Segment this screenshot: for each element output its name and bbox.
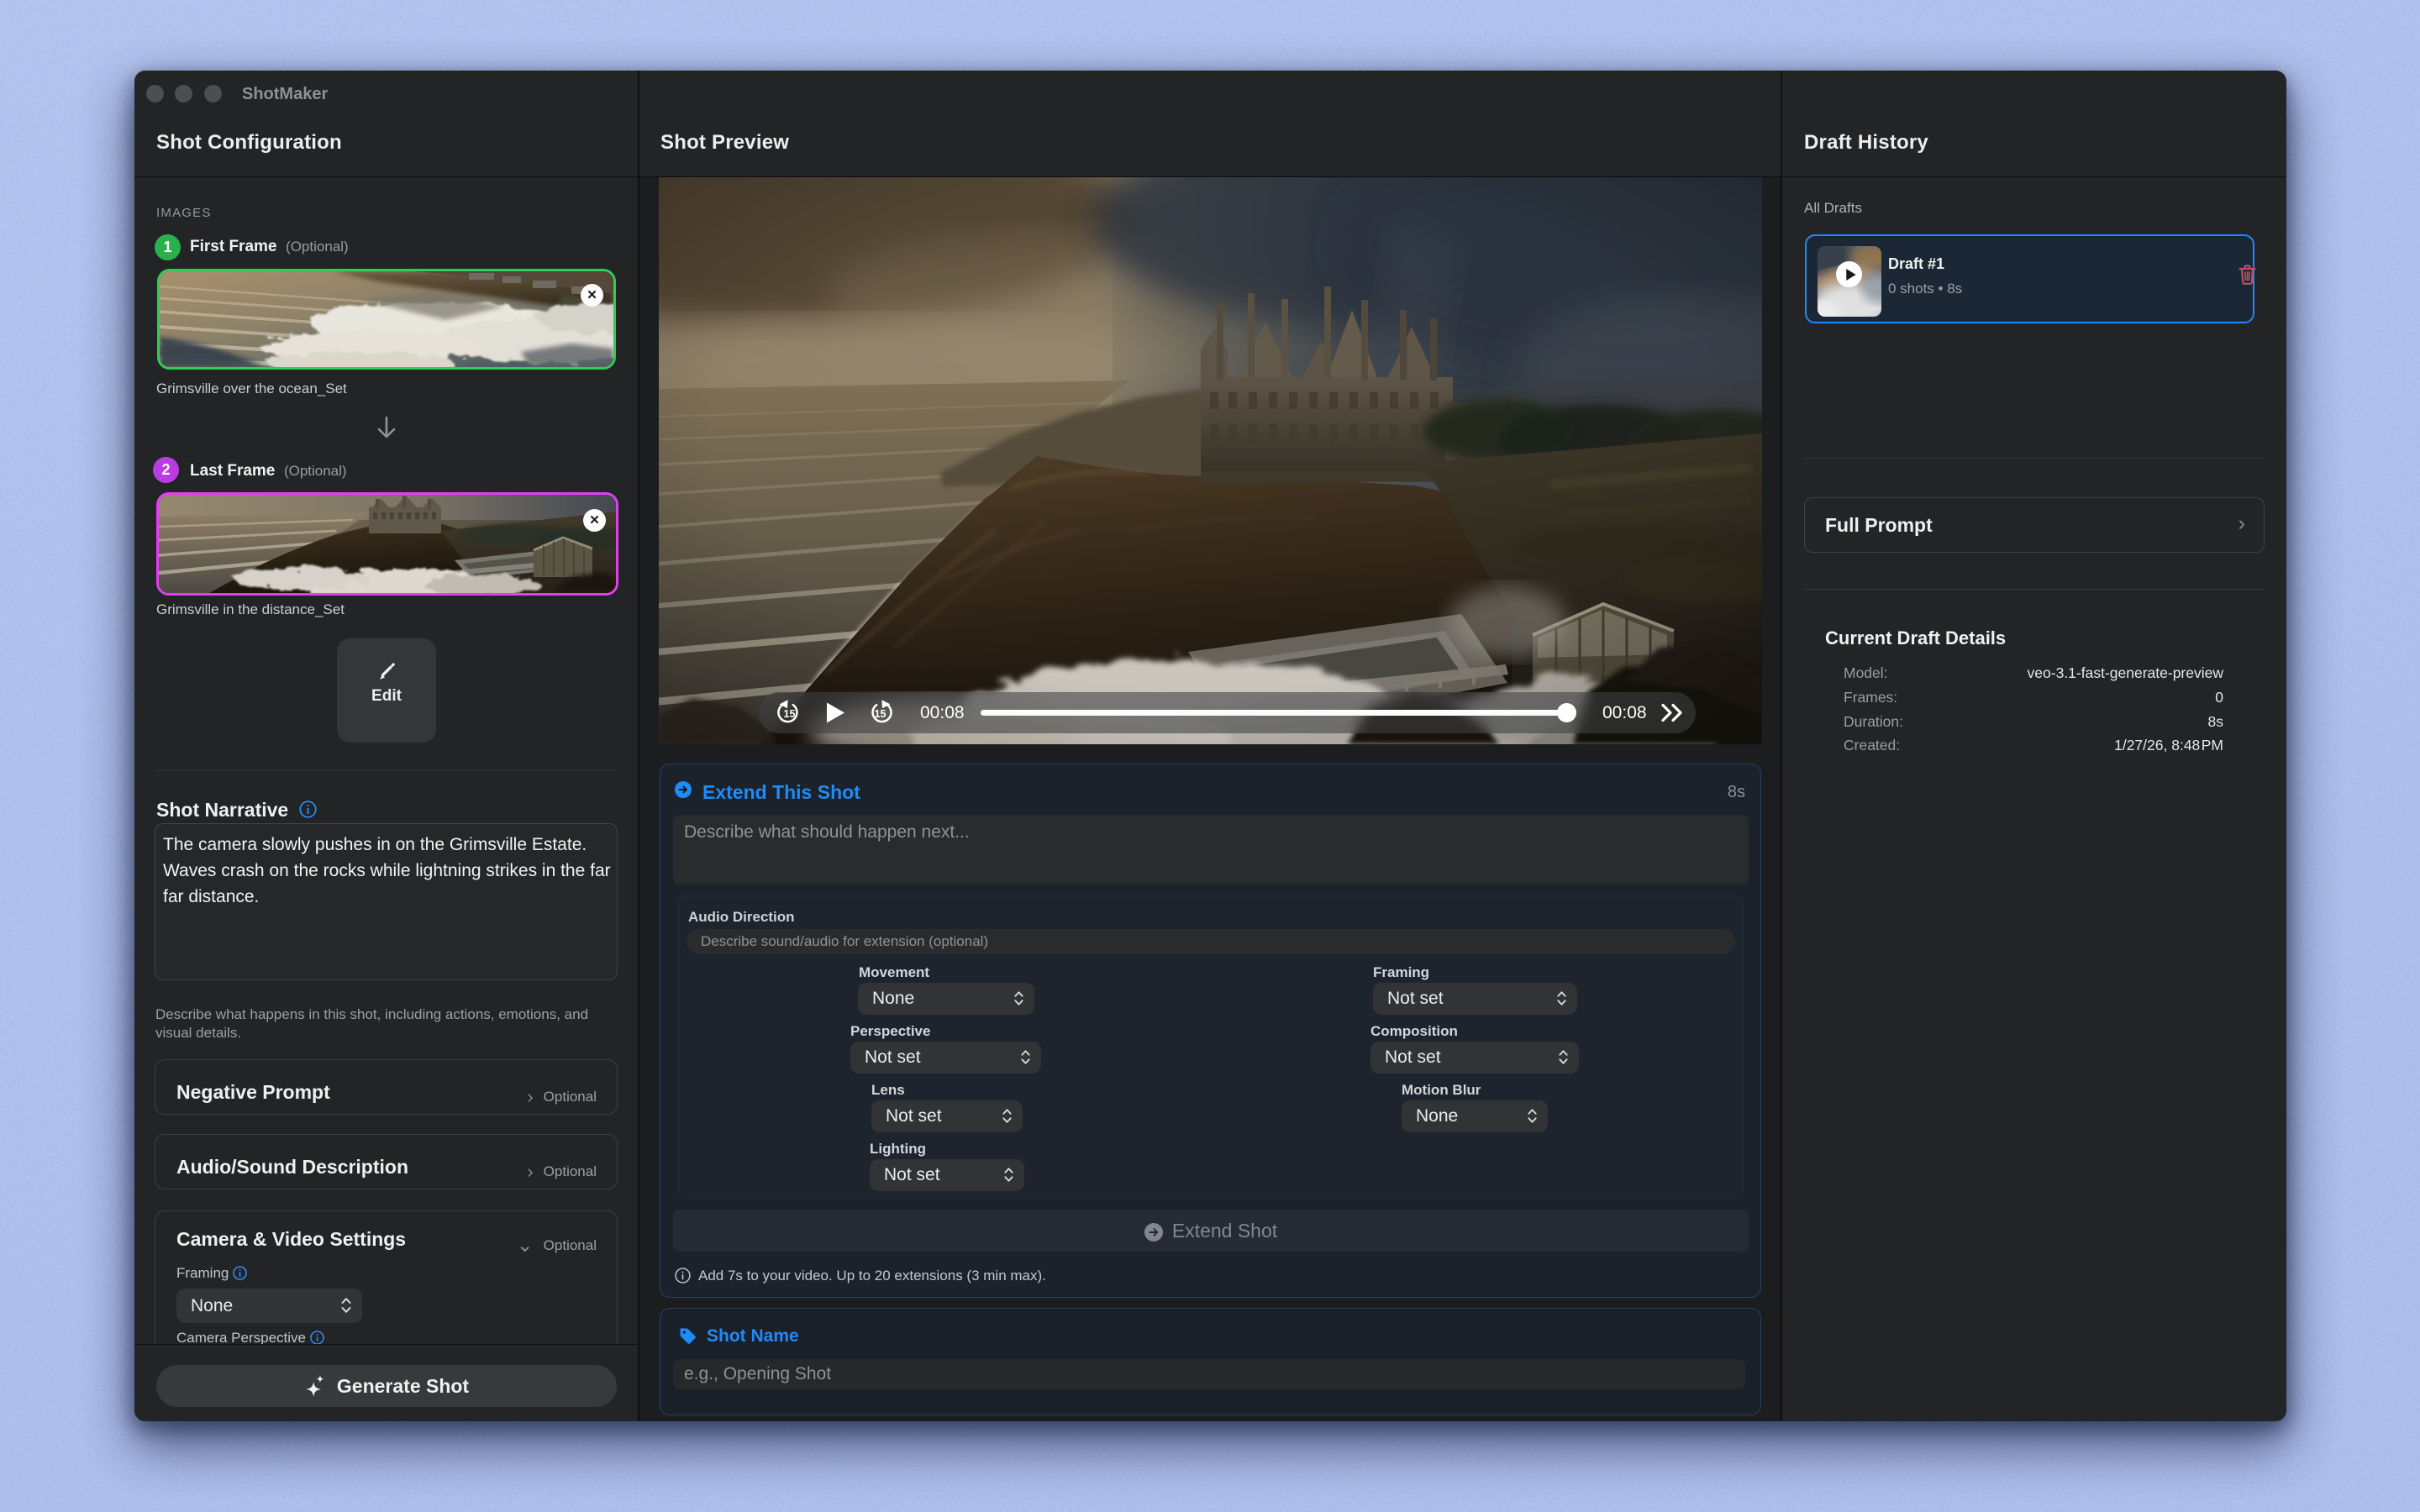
svg-text:15: 15 — [784, 708, 796, 720]
svg-text:15: 15 — [875, 708, 886, 720]
